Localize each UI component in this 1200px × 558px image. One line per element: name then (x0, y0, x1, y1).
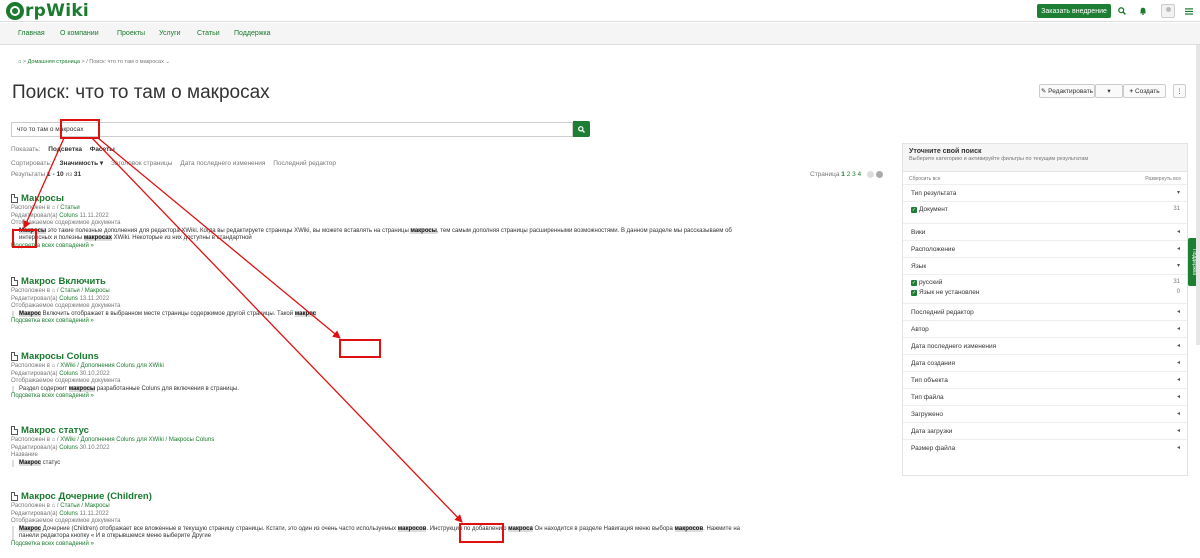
annotation-arrow (23, 137, 65, 229)
annotation-arrow (91, 137, 463, 523)
annotation-arrow (97, 137, 341, 339)
annotation-arrows (23, 137, 463, 523)
